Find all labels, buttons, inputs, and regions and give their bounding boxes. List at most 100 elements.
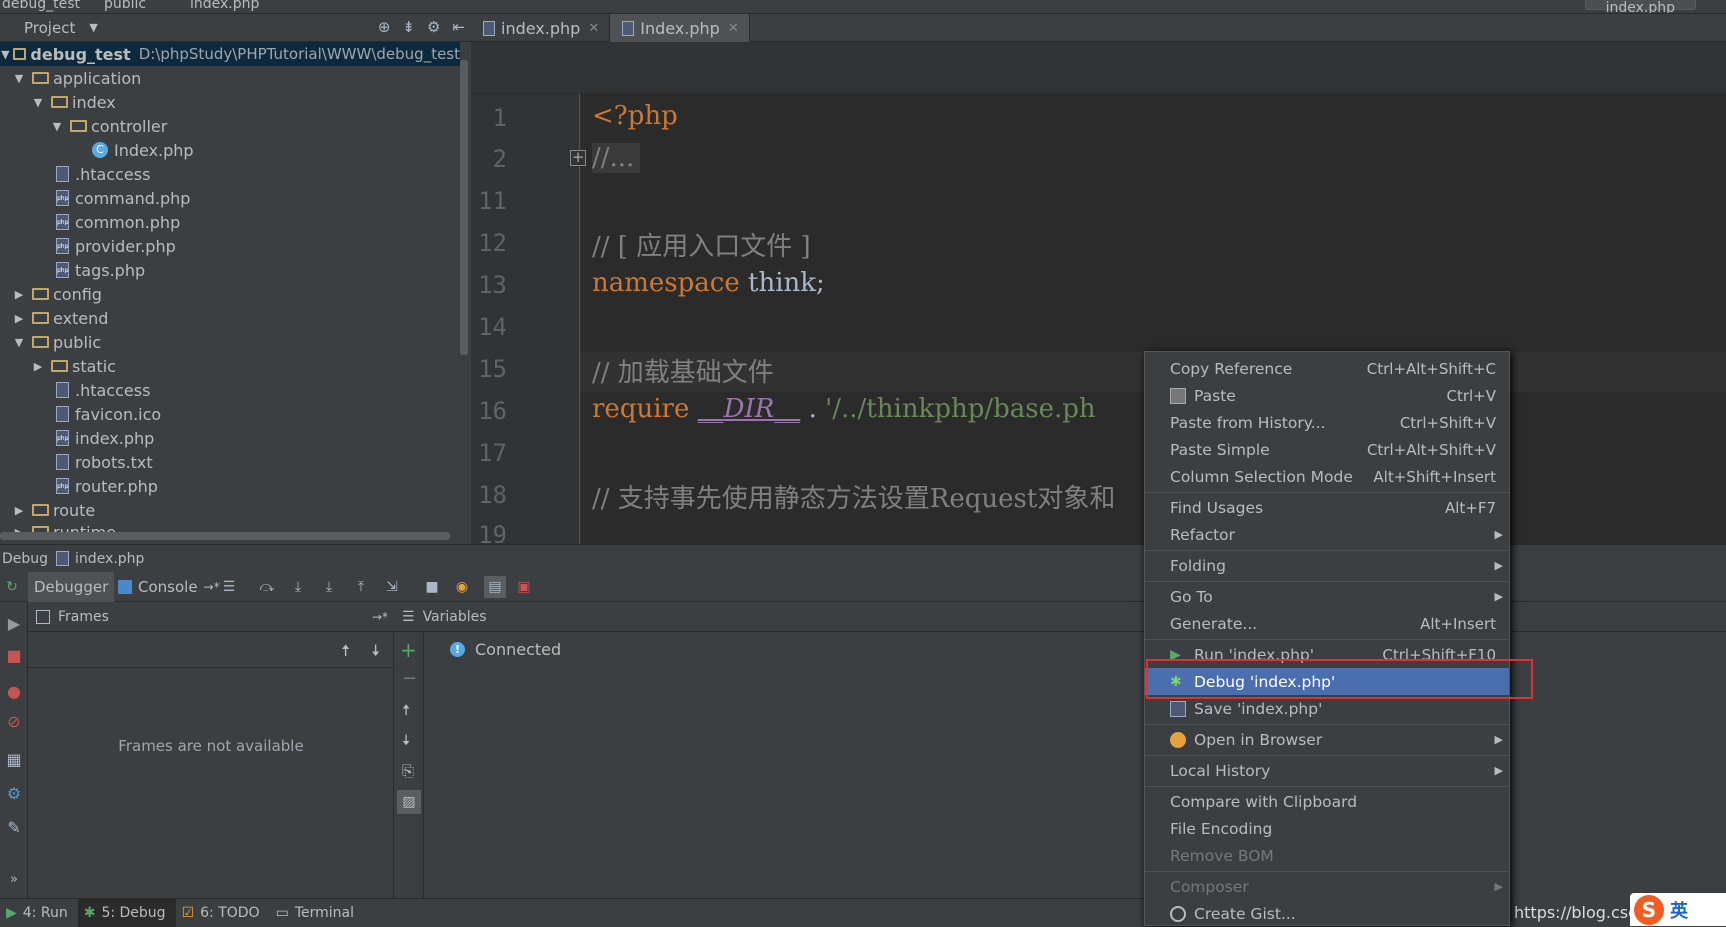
stop-icon[interactable]: ■	[424, 579, 440, 595]
step-out-icon[interactable]: ⤒	[353, 579, 369, 595]
arrow-down-icon[interactable]: 🠇	[371, 640, 380, 667]
menu-item-folding[interactable]: Folding ▶	[1145, 552, 1509, 579]
view-breakpoints-icon[interactable]: ●	[4, 682, 24, 702]
run-tool-button[interactable]: ▶ 4: Run	[0, 899, 78, 927]
tree-item-static[interactable]: ▶ static	[31, 354, 116, 378]
settings-icon[interactable]: ⚙	[4, 784, 24, 804]
gear-icon[interactable]: ⚙	[427, 18, 440, 36]
tree-item-public-htaccess[interactable]: .htaccess	[56, 378, 150, 402]
menu-item-paste[interactable]: Paste Ctrl+V	[1145, 382, 1509, 409]
restore-layout-icon[interactable]: ▣	[516, 579, 532, 595]
chevron-right-icon[interactable]: ▶	[12, 288, 26, 301]
watches-icon[interactable]: ▤	[484, 576, 506, 598]
tree-item-application[interactable]: ▼ application	[12, 66, 142, 90]
chevron-right-icon[interactable]: ▶	[12, 504, 26, 517]
resume-icon[interactable]: ▶	[4, 614, 24, 634]
chevron-right-icon[interactable]: ▶	[12, 312, 26, 325]
step-over-icon[interactable]: ⤼	[259, 579, 275, 595]
tree-item-router-php[interactable]: php router.php	[56, 474, 158, 498]
tree-horizontal-scrollbar[interactable]	[0, 532, 450, 540]
menu-item-create-gist[interactable]: Create Gist...	[1145, 900, 1509, 925]
tab-console[interactable]: Console →*	[112, 572, 226, 602]
pin-icon[interactable]: →*	[372, 610, 388, 624]
menu-item-save-index[interactable]: Save 'index.php'	[1145, 695, 1509, 722]
tree-item-config[interactable]: ▶ config	[12, 282, 102, 306]
chevron-down-icon[interactable]: ▼	[0, 48, 11, 61]
tree-item-extend[interactable]: ▶ extend	[12, 306, 109, 330]
menu-item-go-to[interactable]: Go To ▶	[1145, 583, 1509, 610]
show-watches-icon[interactable]: ▨	[397, 790, 421, 814]
code-line-2-folded[interactable]: //...	[592, 143, 641, 173]
chevron-down-icon[interactable]: ▼	[50, 120, 64, 133]
more-icon[interactable]: »	[4, 870, 24, 890]
rerun-icon[interactable]: ↻	[4, 579, 20, 595]
menu-item-open-in-browser[interactable]: Open in Browser ▶	[1145, 726, 1509, 753]
tab-debugger[interactable]: Debugger	[28, 572, 115, 602]
tree-item-common-php[interactable]: php common.php	[56, 210, 180, 234]
arrow-up-icon[interactable]: 🠅	[402, 700, 410, 725]
chevron-down-icon[interactable]: ▼	[12, 72, 26, 85]
menu-item-paste-simple[interactable]: Paste Simple Ctrl+Alt+Shift+V	[1145, 436, 1509, 463]
fold-expand-icon[interactable]: +	[570, 150, 586, 166]
nav-crumb-project[interactable]: debug_test	[2, 0, 80, 12]
menu-item-find-usages[interactable]: Find Usages Alt+F7	[1145, 494, 1509, 521]
tree-item-index[interactable]: ▼ index	[31, 90, 116, 114]
step-into-icon[interactable]: ⤓	[290, 579, 306, 595]
close-icon[interactable]: ✕	[728, 21, 739, 36]
remove-watch-icon[interactable]: −	[402, 668, 417, 689]
menu-item-file-encoding[interactable]: File Encoding	[1145, 815, 1509, 842]
add-watch-icon[interactable]: +	[400, 638, 417, 662]
layout-icon[interactable]: ▦	[4, 750, 24, 770]
chevron-down-icon[interactable]: ▼	[89, 21, 97, 34]
stop-icon[interactable]: ■	[4, 646, 24, 666]
menu-item-compare-clipboard[interactable]: Compare with Clipboard	[1145, 788, 1509, 815]
mute-breakpoints-icon[interactable]: ⊘	[4, 712, 24, 732]
menu-item-refactor[interactable]: Refactor ▶	[1145, 521, 1509, 548]
menu-item-paste-from-history[interactable]: Paste from History... Ctrl+Shift+V	[1145, 409, 1509, 436]
debug-tool-button[interactable]: ✱ 5: Debug	[77, 898, 176, 927]
force-step-into-icon[interactable]: ⤓	[321, 579, 337, 595]
locate-icon[interactable]: ⊕	[378, 18, 391, 36]
collapse-all-icon[interactable]: ⇟	[402, 18, 415, 36]
close-icon[interactable]: ✕	[588, 21, 599, 36]
hide-panel-icon[interactable]: ⇤	[452, 18, 465, 36]
project-view-selector[interactable]: Project	[24, 19, 75, 37]
tree-vertical-scrollbar[interactable]	[460, 60, 468, 355]
tree-root[interactable]: ▼ debug_test D:\phpStudy\PHPTutorial\WWW…	[0, 42, 460, 66]
tree-item-robots[interactable]: robots.txt	[56, 450, 153, 474]
tree-item-controller[interactable]: ▼ controller	[50, 114, 168, 138]
tab-index-php-class[interactable]: Index.php ✕	[610, 14, 750, 42]
tree-item-provider-php[interactable]: php provider.php	[56, 234, 176, 258]
show-execution-point-icon[interactable]: ☰	[221, 579, 237, 595]
menu-item-column-selection[interactable]: Column Selection Mode Alt+Shift+Insert	[1145, 463, 1509, 490]
tree-item-favicon[interactable]: favicon.ico	[56, 402, 161, 426]
run-config-selector[interactable]: index.php	[1584, 0, 1696, 13]
tree-item-tags-php[interactable]: php tags.php	[56, 258, 145, 282]
todo-tool-button[interactable]: ☑ 6: TODO	[176, 899, 270, 927]
chevron-down-icon[interactable]: ▼	[31, 96, 45, 109]
arrow-up-icon[interactable]: 🠅	[341, 640, 350, 667]
menu-item-local-history[interactable]: Local History ▶	[1145, 757, 1509, 784]
tab-index-php[interactable]: index.php ✕	[471, 14, 611, 42]
debug-session-tab[interactable]: index.php	[75, 551, 144, 567]
evaluate-icon[interactable]: ◉	[454, 579, 470, 595]
tree-item-route[interactable]: ▶ route	[12, 498, 96, 522]
menu-item-generate[interactable]: Generate... Alt+Insert	[1145, 610, 1509, 637]
tree-item-index-php-class[interactable]: C Index.php	[92, 138, 194, 162]
run-to-cursor-icon[interactable]: ⇲	[384, 579, 400, 595]
tree-item-public-index-php[interactable]: php index.php	[56, 426, 154, 450]
chevron-right-icon[interactable]: ▶	[31, 360, 45, 373]
arrow-down-icon[interactable]: 🠇	[402, 730, 410, 755]
ime-indicator[interactable]: S 英	[1630, 893, 1726, 926]
tree-item-command-php[interactable]: php command.php	[56, 186, 190, 210]
chevron-down-icon[interactable]: ▼	[12, 336, 26, 349]
tree-item-htaccess[interactable]: .htaccess	[56, 162, 150, 186]
nav-crumb-file[interactable]: index.php	[190, 0, 259, 12]
terminal-tool-button[interactable]: ▭ Terminal	[270, 899, 364, 927]
menu-item-copy-reference[interactable]: Copy Reference Ctrl+Alt+Shift+C	[1145, 355, 1509, 382]
tree-item-public[interactable]: ▼ public	[12, 330, 101, 354]
pin-icon[interactable]: →*	[204, 580, 220, 594]
copy-icon[interactable]: ⎘	[402, 762, 414, 780]
nav-crumb-public[interactable]: public	[104, 0, 146, 12]
pin-icon[interactable]: ✎	[4, 818, 24, 838]
